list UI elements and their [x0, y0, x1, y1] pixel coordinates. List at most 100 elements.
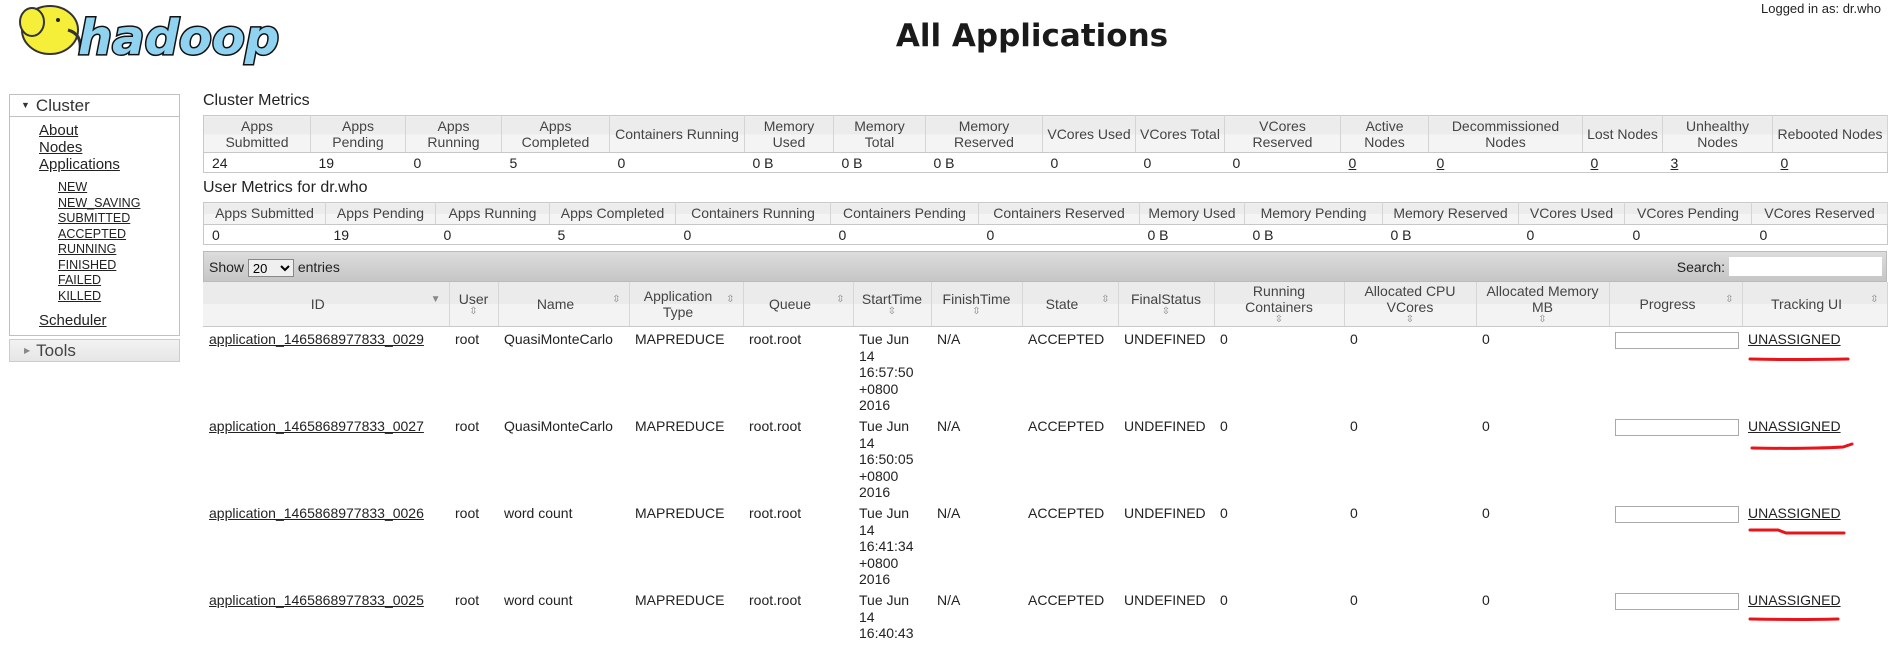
- column-header-5[interactable]: StartTime ⇳: [853, 282, 932, 327]
- tracking-ui-link[interactable]: UNASSIGNED: [1748, 418, 1841, 434]
- column-header-0[interactable]: ID ▼: [203, 282, 450, 327]
- cell-final: UNDEFINED: [1124, 331, 1206, 347]
- cluster-toggle[interactable]: ▼ Cluster: [10, 95, 179, 117]
- tools-toggle[interactable]: ▶ Tools: [9, 339, 180, 362]
- sort-icon[interactable]: ⇳: [858, 307, 927, 317]
- cell-type: MAPREDUCE: [635, 417, 725, 434]
- metric-value: 5: [509, 155, 518, 171]
- cell-memory: 0: [1482, 331, 1490, 347]
- application-id-link[interactable]: application_1465868977833_0029: [209, 331, 424, 347]
- table-row: application_1465868977833_0027 root QuasiM…: [203, 414, 1887, 501]
- nav-state-submitted[interactable]: SUBMITTED: [58, 211, 179, 227]
- metric-header: Apps Completed: [549, 202, 676, 225]
- metric-value: 19: [318, 155, 335, 171]
- nav-state-failed[interactable]: FAILED: [58, 273, 179, 289]
- cell-user: root: [455, 417, 480, 434]
- cell-type: MAPREDUCE: [635, 331, 725, 347]
- sort-icon[interactable]: ⇳: [936, 307, 1018, 317]
- column-header-2[interactable]: Name ⇳: [498, 282, 630, 327]
- cell-name: QuasiMonteCarlo: [504, 417, 613, 434]
- cell-tracking: UNASSIGNED: [1742, 327, 1887, 414]
- sort-icon[interactable]: ⇳: [454, 307, 494, 317]
- tracking-ui-link[interactable]: UNASSIGNED: [1748, 505, 1841, 521]
- metric-header: Apps Submitted: [203, 202, 326, 225]
- metric-link[interactable]: 3: [1671, 155, 1679, 171]
- sort-desc-icon[interactable]: ▼: [431, 292, 441, 308]
- application-id-link[interactable]: application_1465868977833_0027: [209, 418, 424, 434]
- column-header-8[interactable]: FinalStatus ⇳: [1118, 282, 1215, 327]
- metric-header: Apps Pending: [325, 202, 436, 225]
- tracking-ui-link[interactable]: UNASSIGNED: [1748, 331, 1841, 347]
- nav-state-accepted[interactable]: ACCEPTED: [58, 227, 179, 243]
- column-header-3[interactable]: Application Type ⇳: [629, 282, 744, 327]
- cell-queue: root.root: [749, 417, 802, 434]
- metric-value: 0 B: [841, 155, 863, 171]
- nav-state-running[interactable]: RUNNING: [58, 242, 179, 258]
- cluster-metrics-title: Cluster Metrics: [203, 92, 310, 109]
- sort-icon[interactable]: ⇳: [1349, 315, 1472, 325]
- metric-value: 0 B: [1390, 227, 1412, 243]
- column-header-9[interactable]: Running Containers ⇳: [1214, 282, 1345, 327]
- metric-value: 0: [1429, 153, 1583, 173]
- cell-user: root: [455, 591, 480, 608]
- sort-icon[interactable]: ⇳: [836, 292, 844, 308]
- cell-finish: N/A: [937, 417, 961, 434]
- nav-state-new-saving[interactable]: NEW_SAVING: [58, 196, 179, 212]
- main-content: Cluster Metrics Apps Submitted Apps Pendi…: [203, 92, 1888, 671]
- metric-header: VCores Total: [1135, 115, 1225, 153]
- column-header-4[interactable]: Queue ⇳: [743, 282, 854, 327]
- column-header-label: User: [458, 291, 489, 307]
- sort-icon[interactable]: ⇳: [1101, 292, 1109, 308]
- metric-link[interactable]: 0: [1349, 155, 1357, 171]
- nav-scheduler[interactable]: Scheduler: [39, 312, 179, 329]
- cell-queue: root.root: [749, 591, 802, 608]
- cell-memory: 0: [1482, 591, 1490, 608]
- app-state-links: NEW NEW_SAVING SUBMITTED ACCEPTED RUNNIN…: [39, 173, 179, 312]
- nav-state-new[interactable]: NEW: [58, 180, 179, 196]
- search-input[interactable]: [1729, 257, 1882, 276]
- column-header-label: Tracking UI: [1770, 296, 1843, 312]
- table-row: application_1465868977833_0029 root QuasiM…: [203, 327, 1887, 414]
- progress-bar: [1615, 332, 1739, 349]
- column-header-1[interactable]: User ⇳: [449, 282, 499, 327]
- metric-header: Apps Running: [405, 115, 502, 153]
- tools-label: Tools: [36, 341, 76, 360]
- caret-right-icon: ▶: [24, 346, 31, 355]
- column-header-label: Name: [536, 296, 575, 312]
- cell-progress: [1609, 327, 1742, 414]
- table-row: application_1465868977833_0025 root word c…: [203, 588, 1887, 671]
- column-header-11[interactable]: Allocated Memory MB ⇳: [1476, 282, 1610, 327]
- nav-state-killed[interactable]: KILLED: [58, 289, 179, 305]
- page-size-select[interactable]: 20: [247, 259, 294, 278]
- cluster-metrics-table: Apps Submitted Apps Pending Apps Running Ap…: [203, 115, 1888, 173]
- sort-icon[interactable]: ⇳: [726, 292, 734, 308]
- sort-icon[interactable]: ⇳: [1725, 292, 1733, 308]
- sort-icon[interactable]: ⇳: [1219, 315, 1340, 325]
- metric-link[interactable]: 0: [1591, 155, 1599, 171]
- sort-icon[interactable]: ⇳: [1123, 307, 1210, 317]
- cell-containers: 0: [1220, 331, 1228, 347]
- metric-link[interactable]: 0: [1437, 155, 1445, 171]
- nav-applications[interactable]: Applications: [39, 156, 179, 173]
- sort-icon[interactable]: ⇳: [1870, 292, 1878, 308]
- cell-containers: 0: [1220, 591, 1228, 608]
- cluster-nav: ▼ Cluster About Nodes Applications NEW NE…: [9, 94, 180, 336]
- nav-nodes[interactable]: Nodes: [39, 139, 179, 156]
- red-annotation-mark: [1748, 357, 1850, 361]
- column-header-10[interactable]: Allocated CPU VCores ⇳: [1344, 282, 1477, 327]
- sort-icon[interactable]: ⇳: [612, 292, 620, 308]
- metric-link[interactable]: 0: [1781, 155, 1789, 171]
- column-header-13[interactable]: Tracking UI ⇳: [1742, 282, 1888, 327]
- column-header-12[interactable]: Progress ⇳: [1609, 282, 1743, 327]
- application-id-link[interactable]: application_1465868977833_0026: [209, 505, 424, 521]
- metric-header: Apps Pending: [310, 115, 406, 153]
- cell-finish: N/A: [937, 331, 961, 347]
- nav-about[interactable]: About: [39, 122, 179, 139]
- metric-header: Memory Pending: [1244, 202, 1383, 225]
- cell-tracking: UNASSIGNED: [1742, 501, 1887, 588]
- column-header-6[interactable]: FinishTime ⇳: [931, 282, 1023, 327]
- nav-state-finished[interactable]: FINISHED: [58, 258, 179, 274]
- sort-icon[interactable]: ⇳: [1481, 315, 1605, 325]
- cell-state: ACCEPTED: [1028, 417, 1105, 434]
- column-header-7[interactable]: State ⇳: [1022, 282, 1119, 327]
